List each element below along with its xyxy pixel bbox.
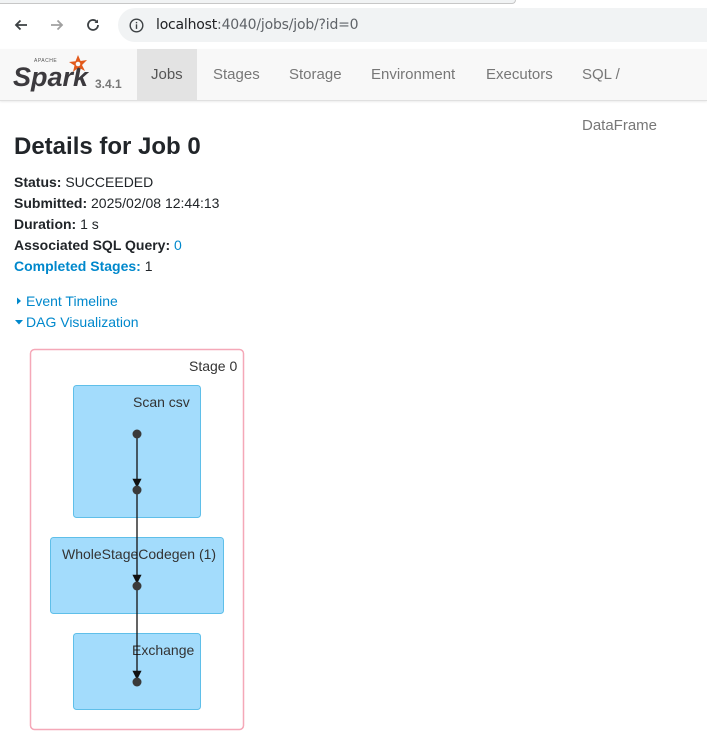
dag-visualization-label: DAG Visualization: [26, 314, 139, 330]
spark-version: 3.4.1: [95, 77, 122, 91]
forward-arrow-icon: [51, 19, 64, 31]
reload-icon: [87, 19, 99, 31]
browser-tab-strip: [0, 0, 516, 4]
tab-executors[interactable]: Executors: [472, 49, 567, 100]
page-title: Details for Job 0: [14, 133, 201, 160]
dag-operator-dot[interactable]: [132, 485, 142, 495]
sql-query-label: Associated SQL Query:: [14, 237, 171, 253]
dag-node-label-exchange: Exchange: [132, 642, 194, 658]
tab-environment[interactable]: Environment: [357, 49, 469, 100]
caret-right-icon: [17, 297, 21, 305]
event-timeline-toggle[interactable]: Event Timeline: [14, 293, 118, 309]
submitted-row: Submitted: 2025/02/08 12:44:13: [14, 195, 219, 211]
back-button[interactable]: [9, 13, 33, 37]
caret-down-icon: [15, 320, 23, 325]
dag-graph: Stage 0 Scan csv WholeStageCodegen (1) E…: [29, 348, 245, 731]
browser-toolbar: localhost:4040/jobs/job/?id=0: [0, 0, 707, 50]
submitted-label: Submitted:: [14, 195, 88, 211]
tab-storage[interactable]: Storage: [275, 49, 356, 100]
status-row: Status: SUCCEEDED: [14, 174, 153, 190]
reload-button[interactable]: [81, 13, 105, 37]
submitted-value: 2025/02/08 12:44:13: [91, 195, 220, 211]
site-info-icon[interactable]: [129, 18, 144, 33]
event-timeline-label: Event Timeline: [26, 293, 118, 309]
dag-operator-dot[interactable]: [132, 429, 142, 439]
forward-button[interactable]: [45, 13, 69, 37]
spark-logo-icon: APACHE Spark: [13, 55, 90, 92]
url-host: localhost: [156, 17, 218, 33]
completed-stages-row: Completed Stages: 1: [14, 258, 153, 274]
url-text[interactable]: localhost:4040/jobs/job/?id=0: [156, 17, 359, 33]
duration-value: 1 s: [80, 216, 99, 232]
tab-jobs[interactable]: Jobs: [137, 49, 197, 100]
tab-sql-dataframe[interactable]: SQL / DataFrame: [568, 49, 707, 134]
status-label: Status:: [14, 174, 62, 190]
sql-query-link[interactable]: 0: [174, 237, 182, 253]
stage-label: Stage 0: [189, 358, 237, 374]
back-arrow-icon: [14, 19, 27, 31]
duration-label: Duration:: [14, 216, 77, 232]
dag-visualization-toggle[interactable]: DAG Visualization: [14, 314, 139, 330]
tab-stages[interactable]: Stages: [199, 49, 274, 100]
dag-operator-dot[interactable]: [132, 677, 142, 687]
dag-node-label-scan-csv: Scan csv: [133, 394, 190, 410]
spark-logo[interactable]: APACHE Spark: [12, 54, 92, 99]
sql-query-row: Associated SQL Query: 0: [14, 237, 182, 253]
completed-stages-value: 1: [144, 258, 153, 274]
url-path: :4040/jobs/job/?id=0: [217, 17, 359, 33]
dag-node-label-wholestagecodegen: WholeStageCodegen (1): [62, 546, 216, 562]
dag-operator-dot[interactable]: [132, 581, 142, 591]
duration-row: Duration: 1 s: [14, 216, 99, 232]
completed-stages-link[interactable]: Completed Stages:: [14, 258, 141, 274]
status-value: SUCCEEDED: [65, 174, 154, 190]
